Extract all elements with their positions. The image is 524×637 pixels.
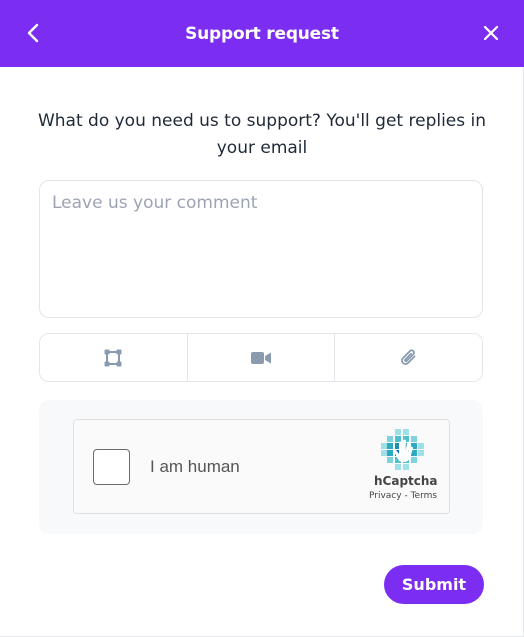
terms-link[interactable]: Terms <box>411 491 438 501</box>
hcaptcha-widget: I am human hCaptcha Privacy - Terms <box>73 419 450 514</box>
hcaptcha-links: Privacy - Terms <box>369 491 437 501</box>
video-camera-icon <box>251 351 271 364</box>
modal-title: Support request <box>185 23 339 44</box>
screenshot-crop-icon <box>104 349 122 366</box>
support-prompt: What do you need us to support? You'll g… <box>37 111 487 158</box>
links-separator: - <box>401 491 411 501</box>
privacy-link[interactable]: Privacy <box>369 491 402 501</box>
captcha-label: I am human <box>150 457 240 476</box>
captcha-checkbox[interactable] <box>93 449 130 485</box>
support-request-modal: Support request What do you need us to s… <box>0 0 524 637</box>
modal-header: Support request <box>0 0 524 67</box>
hcaptcha-brand: hCaptcha <box>374 474 438 488</box>
attach-file-button[interactable] <box>334 334 482 381</box>
submit-button[interactable]: Submit <box>384 565 484 604</box>
close-button[interactable] <box>478 20 504 46</box>
hcaptcha-logo-icon <box>381 429 424 470</box>
close-icon <box>483 25 499 41</box>
record-video-button[interactable] <box>186 334 335 381</box>
chevron-left-icon <box>27 23 39 43</box>
paperclip-icon <box>400 348 416 365</box>
attachment-toolbar <box>39 333 483 382</box>
back-button[interactable] <box>20 20 46 46</box>
captcha-container: I am human hCaptcha Privacy - Terms <box>39 400 483 534</box>
capture-screenshot-button[interactable] <box>40 334 187 381</box>
comment-textarea[interactable] <box>39 180 483 318</box>
